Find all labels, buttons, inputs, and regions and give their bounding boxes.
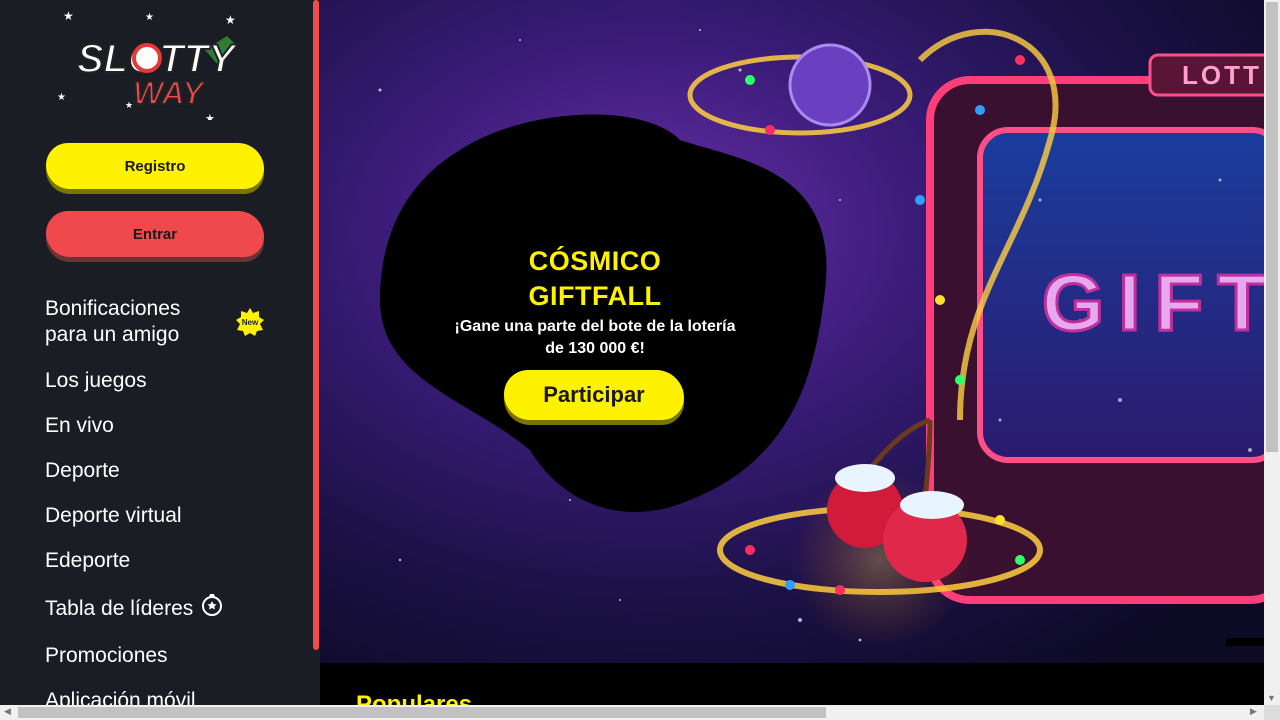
nav-item-label: Aplicación móvil: [45, 689, 196, 705]
nav-item-label: Bonificaciones para un amigo: [45, 297, 181, 346]
nav-item-label: Promociones: [45, 644, 168, 667]
login-button[interactable]: Entrar: [46, 211, 264, 257]
lotto-sign-text: LOTT: [1182, 60, 1262, 90]
nav-item-promotions[interactable]: Promociones: [45, 643, 285, 669]
promo-text-block: CÓSMICO GIFTFALL ¡Gane una parte del bot…: [420, 244, 770, 360]
svg-text:★: ★: [145, 12, 154, 23]
participate-button[interactable]: Participar: [504, 370, 684, 420]
nav-item-mobile-app[interactable]: Aplicación móvil: [45, 688, 285, 705]
svg-text:★: ★: [63, 10, 74, 23]
svg-text:★: ★: [125, 100, 133, 110]
svg-text:★: ★: [57, 92, 66, 103]
svg-text:★: ★: [225, 13, 236, 27]
nav-item-live[interactable]: En vivo: [45, 413, 285, 439]
nav-item-virtual-sport[interactable]: Deporte virtual: [45, 503, 285, 529]
sidebar-scrollbar-thumb[interactable]: [313, 0, 319, 650]
gift-sign-text: GIFT: [1042, 258, 1264, 347]
trophy-icon: [201, 593, 223, 624]
promo-banner[interactable]: GIFT LOTT CÓSMICO GIFTFALL ¡Gane una par…: [320, 0, 1264, 663]
scroll-right-arrow-icon[interactable]: ▶: [1250, 706, 1257, 717]
slottyway-logo[interactable]: ★ ★ ★ ★ ★ ★ SLOTTY WAY: [55, 10, 255, 120]
nav-item-label: Tabla de líderes: [45, 596, 194, 620]
svg-text:New: New: [242, 318, 259, 327]
nav-item-games[interactable]: Los juegos: [45, 368, 285, 394]
scroll-left-arrow-icon[interactable]: ◀: [4, 706, 11, 717]
promo-subtitle-line2: de 130 000 €!: [545, 340, 645, 357]
page-vertical-scrollbar[interactable]: ▼: [1264, 0, 1280, 705]
nav-item-esport[interactable]: Edeporte: [45, 548, 285, 574]
popular-section-title: Populares: [356, 691, 473, 705]
vertical-scrollbar-thumb[interactable]: [1266, 2, 1278, 452]
page-horizontal-scrollbar[interactable]: ◀ ▶: [0, 705, 1280, 720]
horizontal-scrollbar-thumb[interactable]: [18, 707, 826, 718]
main-nav: Bonificaciones para un amigo New Los jue…: [45, 296, 285, 705]
main-content: GIFT LOTT CÓSMICO GIFTFALL ¡Gane una par…: [320, 0, 1264, 705]
register-button[interactable]: Registro: [46, 143, 264, 189]
svg-text:WAY: WAY: [133, 75, 206, 111]
promo-subtitle-line1: ¡Gane una parte del bote de la lotería: [454, 318, 736, 335]
nav-item-label: Los juegos: [45, 369, 147, 392]
promo-title-line1: CÓSMICO: [528, 246, 662, 276]
nav-item-sport[interactable]: Deporte: [45, 458, 285, 484]
nav-item-referral-bonus[interactable]: Bonificaciones para un amigo New: [45, 296, 285, 348]
scrollbar-corner: [1264, 705, 1280, 720]
scroll-down-arrow-icon[interactable]: ▼: [1267, 693, 1276, 703]
promo-title-line2: GIFTFALL: [528, 281, 662, 311]
nav-item-label: Edeporte: [45, 549, 131, 572]
nav-item-label: Deporte: [45, 459, 120, 482]
nav-item-label: En vivo: [45, 414, 114, 437]
sidebar: ★ ★ ★ ★ ★ ★ SLOTTY WAY Registro Entrar B…: [0, 0, 312, 705]
new-badge: New: [235, 307, 265, 337]
svg-text:★: ★: [205, 113, 215, 120]
nav-item-leaderboard[interactable]: Tabla de líderes: [45, 593, 285, 624]
popular-section: Populares: [320, 663, 1264, 705]
sidebar-scrollbar[interactable]: [312, 0, 320, 705]
nav-item-label: Deporte virtual: [45, 504, 182, 527]
